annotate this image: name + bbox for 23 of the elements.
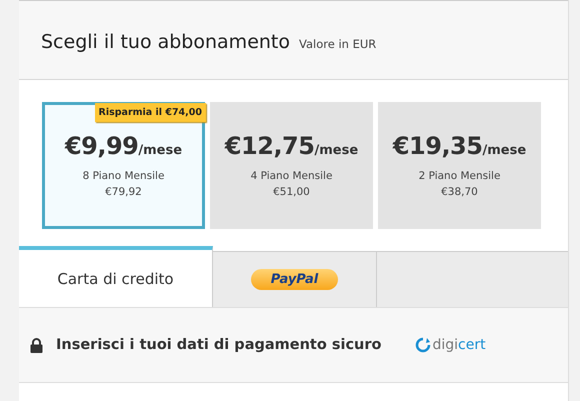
plan-name: 4 Piano Mensile	[250, 170, 332, 182]
plan-price: €19,35	[392, 132, 482, 160]
savings-badge: Risparmia il €74,00	[94, 103, 206, 122]
payment-tab[interactable]: PayPal	[213, 251, 377, 307]
currency-note: Valore in EUR	[299, 37, 376, 51]
plan-price: €9,99	[64, 132, 138, 160]
plan-name: 2 Piano Mensile	[418, 170, 500, 182]
plan-card[interactable]: €19,35/mese 2 Piano Mensile €38,70	[378, 102, 541, 229]
price-unit: /mese	[314, 143, 358, 158]
price-unit: /mese	[482, 143, 526, 158]
plan-total: €79,92	[105, 186, 142, 198]
digicert-seal: digicert	[415, 337, 486, 353]
lock-icon	[30, 338, 43, 352]
plan-card[interactable]: €12,75/mese 4 Piano Mensile €51,00	[210, 102, 373, 229]
plan-total: €51,00	[273, 186, 310, 198]
price-unit: /mese	[138, 143, 182, 158]
plan-price: €12,75	[224, 132, 314, 160]
payment-tab[interactable]: Carta di credito	[19, 246, 213, 307]
secure-payment-heading: Inserisci i tuoi dati di pagamento sicuro	[56, 337, 382, 353]
plan-total: €38,70	[441, 186, 478, 198]
plan-name: 8 Piano Mensile	[82, 170, 164, 182]
plan-card[interactable]: Risparmia il €74,00 €9,99/mese 8 Piano Mensile €79,92	[42, 102, 205, 229]
section-title: Scegli il tuo abbonamento	[41, 31, 290, 53]
